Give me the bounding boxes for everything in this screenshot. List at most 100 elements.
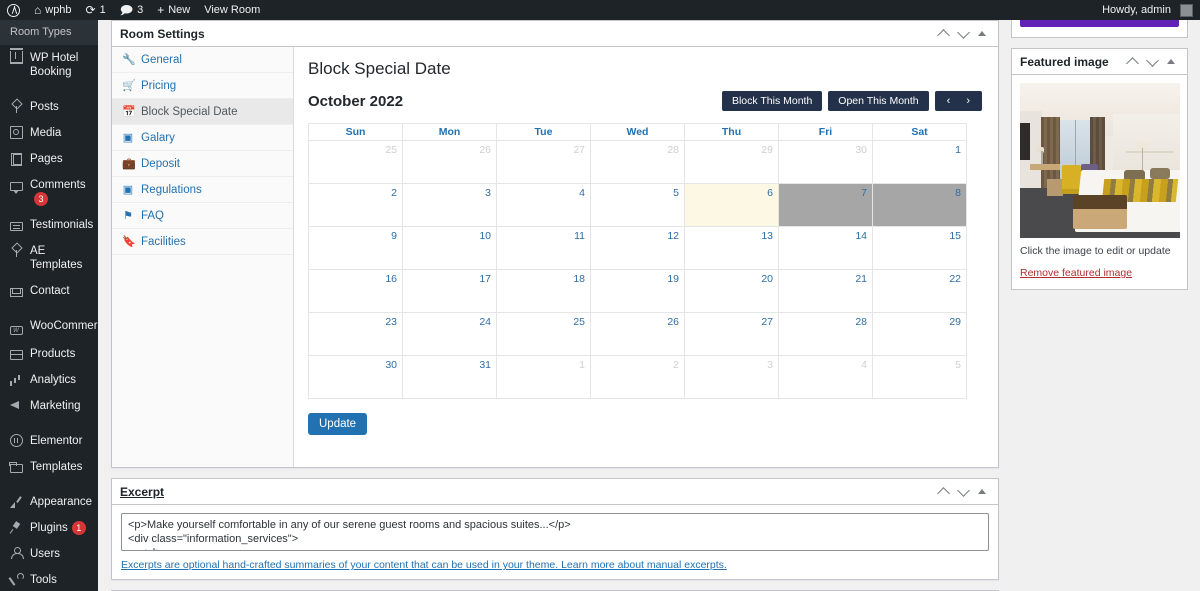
calendar-day-cell[interactable]: 10 — [403, 227, 497, 270]
site-name-menu[interactable]: ⌂ wphb — [27, 0, 79, 20]
room-settings-panel: Room Settings 🔧 General 🛒 Pricing — [111, 20, 999, 468]
calendar-day-cell[interactable]: 27 — [685, 313, 779, 356]
sidebar-item-wp-hotel-booking[interactable]: WP Hotel Booking — [0, 45, 98, 85]
calendar-day-cell[interactable]: 28 — [779, 313, 873, 356]
prev-month-button[interactable]: ‹ — [947, 91, 951, 111]
tab-general[interactable]: 🔧 General — [112, 47, 293, 73]
sidebar-item-label: Contact — [30, 284, 92, 298]
tab-galary[interactable]: ▣ Galary — [112, 125, 293, 151]
calendar-day-cell-blocked[interactable]: 7 — [779, 184, 873, 227]
excerpt-help-text[interactable]: Excerpts are optional hand-crafted summa… — [121, 554, 989, 573]
next-month-button[interactable]: › — [966, 91, 970, 111]
sidebar-item-templates[interactable]: Templates — [0, 454, 98, 480]
calendar-day-cell[interactable]: 13 — [685, 227, 779, 270]
calendar-day-cell[interactable]: 31 — [403, 356, 497, 399]
move-down-button[interactable] — [954, 24, 972, 44]
open-this-month-button[interactable]: Open This Month — [828, 91, 928, 111]
excerpt-textarea[interactable] — [121, 513, 989, 551]
sidebar-item-analytics[interactable]: Analytics — [0, 367, 98, 393]
calendar-day-cell[interactable]: 3 — [685, 356, 779, 399]
calendar-day-cell[interactable]: 4 — [779, 356, 873, 399]
calendar-day-cell[interactable]: 29 — [873, 313, 967, 356]
calendar-day-cell[interactable]: 27 — [497, 141, 591, 184]
block-this-month-button[interactable]: Block This Month — [722, 91, 822, 111]
calendar-day-cell[interactable]: 30 — [309, 356, 403, 399]
sidebar-item-users[interactable]: Users — [0, 541, 98, 567]
calendar-day-cell[interactable]: 25 — [497, 313, 591, 356]
calendar-day-cell[interactable]: 25 — [309, 141, 403, 184]
sidebar-item-marketing[interactable]: Marketing — [0, 393, 98, 419]
sidebar-item-pages[interactable]: Pages — [0, 146, 98, 172]
calendar-day-cell[interactable]: 1 — [497, 356, 591, 399]
sidebar-item-products[interactable]: Products — [0, 341, 98, 367]
calendar-day-cell[interactable]: 5 — [873, 356, 967, 399]
tab-pricing[interactable]: 🛒 Pricing — [112, 73, 293, 99]
calendar-day-cell[interactable]: 3 — [403, 184, 497, 227]
comments-menu[interactable]: 🗩 3 — [113, 0, 150, 20]
wp-logo-menu[interactable] — [0, 0, 27, 20]
tab-regulations[interactable]: ▣ Regulations — [112, 177, 293, 203]
sidebar-item-woocommerce[interactable]: W WooCommerce — [0, 313, 98, 341]
calendar-day-cell[interactable]: 4 — [497, 184, 591, 227]
sidebar-item-plugins[interactable]: Plugins1 — [0, 515, 98, 541]
featured-image-thumbnail[interactable] — [1020, 83, 1180, 238]
testimonial-icon — [9, 218, 23, 232]
sidebar-item-posts[interactable]: Posts — [0, 94, 98, 120]
calendar-day-cell[interactable]: 24 — [403, 313, 497, 356]
unlock-all-features-button[interactable]: Unlock All Features — [1020, 20, 1179, 27]
sidebar-item-tools[interactable]: Tools — [0, 567, 98, 591]
calendar-day-cell[interactable]: 2 — [309, 184, 403, 227]
updates-menu[interactable]: ⟳ 1 — [79, 0, 113, 20]
move-up-button[interactable] — [1123, 52, 1141, 72]
calendar-day-cell[interactable]: 11 — [497, 227, 591, 270]
calendar-day-cell[interactable]: 23 — [309, 313, 403, 356]
move-up-button[interactable] — [934, 24, 952, 44]
move-down-button[interactable] — [1143, 52, 1161, 72]
calendar-day-cell[interactable]: 5 — [591, 184, 685, 227]
photo-pillow — [1150, 168, 1171, 179]
sidebar-item-ae-templates[interactable]: AE Templates — [0, 238, 98, 278]
comments-badge: 3 — [34, 192, 48, 206]
sidebar-item-media[interactable]: Media — [0, 120, 98, 146]
calendar-day-cell[interactable]: 18 — [497, 270, 591, 313]
calendar-day-cell[interactable]: 2 — [591, 356, 685, 399]
move-down-button[interactable] — [954, 482, 972, 502]
view-room-link[interactable]: View Room — [197, 0, 267, 20]
tab-deposit[interactable]: 💼 Deposit — [112, 151, 293, 177]
calendar-day-cell[interactable]: 30 — [779, 141, 873, 184]
toggle-panel-button[interactable] — [974, 482, 990, 502]
calendar-day-cell[interactable]: 28 — [591, 141, 685, 184]
calendar-day-cell[interactable]: 19 — [591, 270, 685, 313]
sidebar-item-appearance[interactable]: Appearance — [0, 489, 98, 515]
sidebar-item-contact[interactable]: Contact — [0, 278, 98, 304]
tab-faq[interactable]: ⚑ FAQ — [112, 203, 293, 229]
calendar-day-cell[interactable]: 14 — [779, 227, 873, 270]
calendar-day-cell-blocked[interactable]: 8 — [873, 184, 967, 227]
new-content-menu[interactable]: + New — [150, 0, 197, 20]
calendar-day-cell[interactable]: 16 — [309, 270, 403, 313]
calendar-day-cell[interactable]: 29 — [685, 141, 779, 184]
calendar-day-cell[interactable]: 21 — [779, 270, 873, 313]
calendar-day-cell[interactable]: 17 — [403, 270, 497, 313]
calendar-day-cell[interactable]: 22 — [873, 270, 967, 313]
sidebar-item-testimonials[interactable]: Testimonials — [0, 212, 98, 238]
my-account-menu[interactable]: Howdy, admin — [1095, 0, 1200, 20]
calendar-day-cell[interactable]: 9 — [309, 227, 403, 270]
calendar-day-cell[interactable]: 20 — [685, 270, 779, 313]
remove-featured-image-link[interactable]: Remove featured image — [1020, 257, 1179, 279]
tab-facilities[interactable]: 🔖 Facilities — [112, 229, 293, 255]
update-button[interactable]: Update — [308, 413, 367, 435]
sidebar-item-comments[interactable]: Comments3 — [0, 172, 98, 212]
calendar-day-cell[interactable]: 26 — [591, 313, 685, 356]
move-up-button[interactable] — [934, 482, 952, 502]
toggle-panel-button[interactable] — [974, 24, 990, 44]
calendar-day-cell[interactable]: 1 — [873, 141, 967, 184]
toggle-panel-button[interactable] — [1163, 52, 1179, 72]
calendar-day-cell[interactable]: 15 — [873, 227, 967, 270]
tab-block-special-date[interactable]: 📅 Block Special Date — [112, 99, 293, 125]
sidebar-item-elementor[interactable]: Elementor — [0, 428, 98, 454]
sidebar-item-label: Media — [30, 126, 92, 140]
calendar-day-cell[interactable]: 12 — [591, 227, 685, 270]
calendar-day-cell-selected[interactable]: 6 — [685, 184, 779, 227]
calendar-day-cell[interactable]: 26 — [403, 141, 497, 184]
